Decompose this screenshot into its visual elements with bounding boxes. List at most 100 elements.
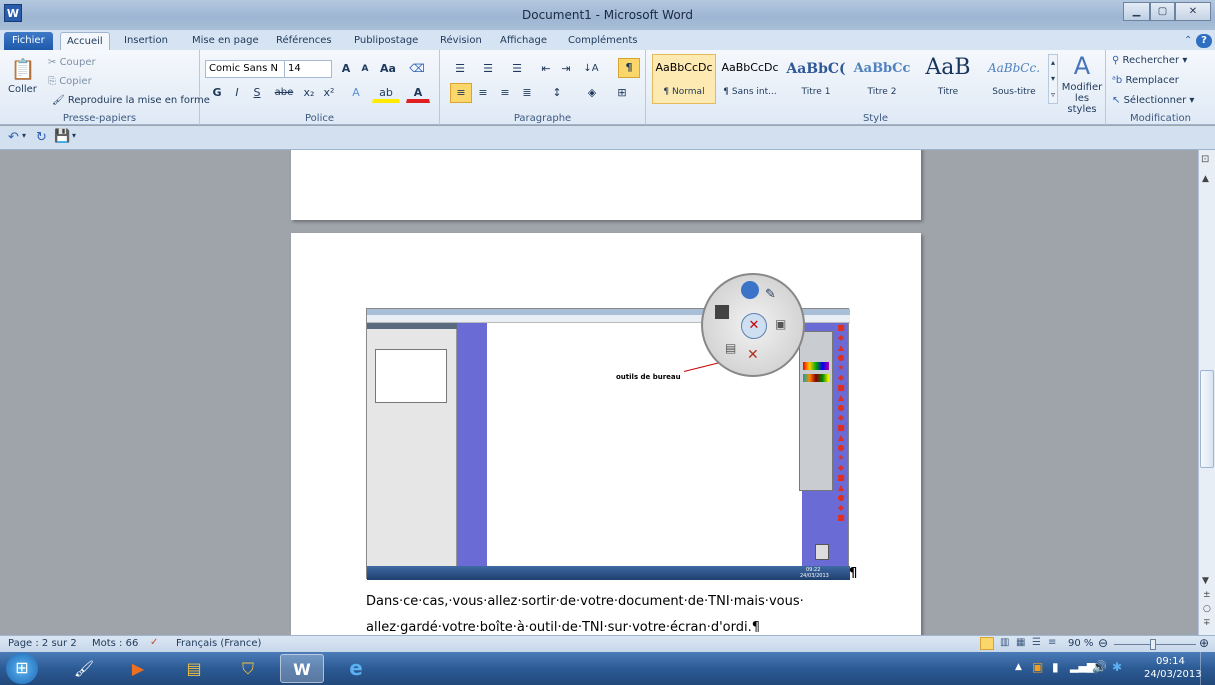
prev-page-icon[interactable]: ± [1203, 590, 1211, 600]
proofing-icon[interactable]: ✓ [150, 637, 158, 648]
bold-button[interactable]: G [208, 83, 226, 103]
zoom-in-icon[interactable]: ⊕ [1199, 636, 1209, 650]
next-page-icon[interactable]: ∓ [1203, 618, 1211, 628]
superscript-button[interactable]: x² [320, 83, 338, 103]
tab-mise-en-page[interactable]: Mise en page [186, 32, 265, 50]
word-count[interactable]: Mots : 66 [92, 638, 138, 649]
tab-complements[interactable]: Compléments [562, 32, 643, 50]
browse-object-icon[interactable]: ○ [1203, 604, 1211, 614]
style-titre-2[interactable]: AaBbCc Titre 2 [850, 54, 914, 104]
draft-view-icon[interactable]: ≡ [1048, 637, 1056, 648]
underline-button[interactable]: S [248, 83, 266, 103]
zoom-slider-thumb[interactable] [1150, 639, 1156, 650]
align-center-button[interactable]: ≡ [472, 83, 494, 103]
customize-qat-icon[interactable]: ▾ [72, 131, 76, 140]
find-button[interactable]: ⚲ Rechercher ▾ [1112, 55, 1187, 66]
tab-publipostage[interactable]: Publipostage [348, 32, 424, 50]
strikethrough-button[interactable]: abe [272, 83, 296, 103]
tab-insertion[interactable]: Insertion [118, 32, 174, 50]
numbering-icon[interactable]: ☰ [474, 59, 502, 79]
taskbar-explorer-icon[interactable]: ▤ [172, 654, 216, 683]
bullets-icon[interactable]: ☰ [446, 59, 474, 79]
style-titre-1[interactable]: AaBbC(Titre 1 [784, 54, 848, 104]
select-button[interactable]: ↖ Sélectionner ▾ [1112, 95, 1194, 106]
tray-expand-icon[interactable]: ▲ [1015, 662, 1022, 672]
italic-button[interactable]: I [228, 83, 246, 103]
clock-time[interactable]: 09:14 [1156, 656, 1185, 667]
justify-button[interactable]: ≣ [516, 83, 538, 103]
styles-scroll[interactable]: ▴ ▾ ▿ [1048, 54, 1058, 104]
replace-button[interactable]: ᵃb Remplacer [1112, 75, 1179, 86]
line-spacing-icon[interactable]: ↕ [544, 83, 570, 103]
full-screen-view-icon[interactable]: ▥ [1000, 637, 1009, 648]
sort-icon[interactable]: ↓A [580, 59, 602, 79]
font-name-combo[interactable]: Comic Sans N [205, 60, 285, 78]
borders-icon[interactable]: ⊞ [608, 83, 636, 103]
format-painter-button[interactable]: 🖌 Reproduire la mise en forme [52, 95, 210, 106]
modify-styles-icon[interactable]: A [1060, 52, 1104, 79]
cut-button[interactable]: ✂ Couper [48, 57, 96, 68]
text-effects-icon[interactable]: A [344, 83, 368, 103]
vertical-scrollbar[interactable]: ⊡ ▲ ▼ ± ○ ∓ [1198, 150, 1215, 635]
align-right-button[interactable]: ≡ [494, 83, 516, 103]
zoom-level[interactable]: 90 % [1068, 638, 1093, 649]
taskbar-media-icon[interactable]: ▶ [116, 654, 160, 683]
tray-bluetooth-icon[interactable]: ✱ [1112, 660, 1122, 674]
style-titre[interactable]: AaB Titre [916, 54, 980, 104]
shrink-font-button[interactable]: A [356, 59, 374, 79]
tray-device-icon[interactable]: ▮ [1052, 660, 1059, 674]
ruler-toggle-icon[interactable]: ⊡ [1201, 154, 1209, 165]
change-case-button[interactable]: Aa [376, 59, 400, 79]
page-counter[interactable]: Page : 2 sur 2 [8, 638, 77, 649]
close-button[interactable]: ✕ [1175, 2, 1211, 21]
zoom-out-icon[interactable]: ⊖ [1098, 636, 1108, 650]
start-button[interactable]: ⊞ [6, 653, 38, 684]
tab-fichier[interactable]: Fichier [4, 32, 53, 50]
outline-view-icon[interactable]: ☰ [1032, 637, 1041, 648]
taskbar-ie-icon[interactable]: e [334, 654, 378, 683]
taskbar-security-icon[interactable]: ⛉ [226, 654, 270, 683]
align-left-button[interactable]: ≡ [450, 83, 472, 103]
copy-button[interactable]: ⎘ Copier [48, 76, 92, 87]
taskbar-word-icon[interactable]: W [280, 654, 324, 683]
tab-revision[interactable]: Révision [434, 32, 488, 50]
scroll-up-icon[interactable]: ▲ [1202, 174, 1209, 184]
font-color-icon[interactable]: A [406, 83, 430, 103]
increase-indent-icon[interactable]: ⇥ [556, 59, 576, 79]
style-sous-titre[interactable]: AaBbCc. Sous-titre [982, 54, 1046, 104]
grow-font-button[interactable]: A [336, 59, 356, 79]
web-layout-view-icon[interactable]: ▦ [1016, 637, 1025, 648]
page-2[interactable]: ■ ◆ ▲ ● ★ ◆ ■ ▲ ● ◆ ■ ▲ ● ★ ◆ ■ ▲ ● ◆ ■ outils de bureau ✕ … [291, 233, 921, 635]
scroll-thumb[interactable] [1200, 370, 1214, 468]
tab-affichage[interactable]: Affichage [494, 32, 553, 50]
tab-references[interactable]: Références [270, 32, 338, 50]
undo-icon[interactable]: ↶ [8, 130, 19, 145]
embedded-screenshot[interactable]: ■ ◆ ▲ ● ★ ◆ ■ ▲ ● ◆ ■ ▲ ● ★ ◆ ■ ▲ ● ◆ ■ outils de bureau ✕ … [366, 273, 850, 580]
highlight-icon[interactable]: ab [372, 83, 400, 103]
tray-app-icon[interactable]: ▣ [1032, 660, 1043, 674]
minimize-button[interactable]: ▁ [1123, 2, 1150, 21]
style-sans-interligne[interactable]: AaBbCcDc ¶ Sans int... [718, 54, 782, 104]
style-normal[interactable]: AaBbCcDc ¶ Normal [652, 54, 716, 104]
undo-dropdown-icon[interactable]: ▾ [22, 131, 26, 140]
show-marks-button[interactable]: ¶ [618, 58, 640, 78]
help-icon[interactable]: ? [1196, 34, 1212, 48]
clear-format-icon[interactable]: ⌫ [406, 59, 428, 79]
shading-icon[interactable]: ◈ [578, 83, 606, 103]
subscript-button[interactable]: x₂ [300, 83, 318, 103]
scroll-down-icon[interactable]: ▼ [1202, 576, 1209, 586]
taskbar-paint-icon[interactable]: 🖌 [62, 654, 106, 683]
show-desktop-button[interactable] [1200, 652, 1215, 685]
redo-icon[interactable]: ↻ [36, 130, 47, 145]
language-indicator[interactable]: Français (France) [176, 638, 261, 649]
volume-icon[interactable]: 🔊 [1092, 660, 1107, 674]
multilevel-list-icon[interactable]: ☰ [502, 59, 532, 79]
clock-date[interactable]: 24/03/2013 [1144, 669, 1202, 680]
save-icon[interactable]: 💾 [54, 129, 70, 144]
maximize-button[interactable]: ▢ [1150, 2, 1175, 21]
modify-styles-button[interactable]: Modifier les styles [1060, 82, 1104, 115]
tab-accueil[interactable]: Accueil [60, 32, 110, 50]
print-layout-view-icon[interactable] [980, 637, 994, 650]
font-size-combo[interactable]: 14 [284, 60, 332, 78]
decrease-indent-icon[interactable]: ⇤ [536, 59, 556, 79]
